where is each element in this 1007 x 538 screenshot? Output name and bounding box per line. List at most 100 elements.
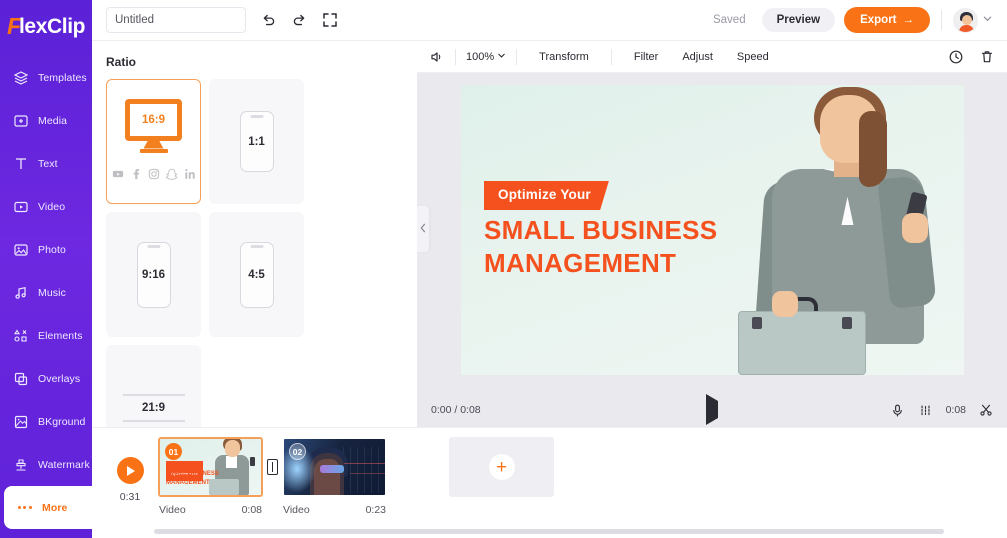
sidebar-label: BKground bbox=[38, 415, 86, 428]
zoom-selector[interactable]: 100% bbox=[466, 51, 506, 63]
music-icon bbox=[12, 284, 29, 301]
linkedin-icon bbox=[184, 167, 196, 185]
thumb-headline1: SMALL BUSINESS bbox=[166, 471, 219, 477]
tool-speed[interactable]: Speed bbox=[725, 51, 781, 63]
sidebar-item-watermark[interactable]: Watermark bbox=[0, 443, 92, 486]
sidebar-item-text[interactable]: Text bbox=[0, 142, 92, 185]
elements-icon bbox=[12, 327, 29, 344]
redo-icon[interactable] bbox=[291, 12, 308, 29]
ratio-option-4-5[interactable]: 4:5 bbox=[209, 212, 304, 337]
phone-notch bbox=[147, 245, 160, 248]
ratio-option-16-9[interactable]: 16:9 bbox=[106, 79, 201, 204]
toolbar-divider bbox=[516, 48, 518, 65]
total-duration: 0:31 bbox=[119, 491, 141, 503]
sidebar-label: Media bbox=[38, 114, 68, 127]
time-display: 0:00 / 0:08 bbox=[431, 404, 481, 416]
export-label: Export bbox=[860, 14, 897, 26]
timeline-track: 0:31 Optimize Your SMALL BUSINESS MANAGE… bbox=[92, 428, 1007, 520]
clip-number-badge: 02 bbox=[289, 443, 306, 460]
undo-icon[interactable] bbox=[260, 12, 277, 29]
split-icon[interactable] bbox=[918, 403, 933, 418]
monitor-icon: 16:9 bbox=[125, 98, 182, 141]
video-canvas[interactable]: Optimize Your SMALL BUSINESS MANAGEMENT bbox=[461, 85, 964, 375]
sidebar-item-elements[interactable]: Elements bbox=[0, 314, 92, 357]
clock-icon[interactable] bbox=[948, 49, 964, 65]
app-logo[interactable]: F lexClip bbox=[7, 13, 86, 39]
preview-button[interactable]: Preview bbox=[761, 8, 836, 32]
clip-type: Video bbox=[159, 504, 186, 516]
instagram-icon bbox=[148, 167, 160, 185]
preview-headline-line2: MANAGEMENT bbox=[484, 248, 677, 278]
phone-icon: 4:5 bbox=[239, 241, 274, 308]
sidebar-label: Photo bbox=[38, 243, 66, 256]
tool-filter[interactable]: Filter bbox=[622, 51, 670, 63]
ratio-panel: Ratio 16:9 1:1 9:16 4:5 21:9 bbox=[92, 41, 417, 427]
sidebar-label: Music bbox=[38, 286, 66, 299]
fullscreen-icon[interactable] bbox=[322, 12, 338, 28]
ratio-label: 21:9 bbox=[141, 401, 166, 414]
tool-adjust[interactable]: Adjust bbox=[670, 51, 725, 63]
sidebar-item-music[interactable]: Music bbox=[0, 271, 92, 314]
sidebar-label: Watermark bbox=[38, 458, 90, 471]
ratio-option-1-1[interactable]: 1:1 bbox=[209, 79, 304, 204]
monitor-stand bbox=[143, 139, 164, 149]
clip-meta: Video 0:23 bbox=[282, 504, 387, 516]
preview-area: 100% Transform Filter Adjust Speed Optim… bbox=[417, 41, 1007, 427]
clip-duration: 0:23 bbox=[365, 504, 386, 516]
sidebar-item-photo[interactable]: Photo bbox=[0, 228, 92, 271]
toolbar-divider bbox=[941, 10, 942, 30]
sidebar-label: Video bbox=[38, 200, 66, 213]
panel-title: Ratio bbox=[106, 55, 136, 69]
microphone-icon[interactable] bbox=[890, 403, 905, 418]
flexclip-editor: F lexClip Templates Media Text Video Pho… bbox=[0, 0, 1007, 538]
youtube-icon bbox=[112, 167, 124, 185]
sidebar-item-templates[interactable]: Templates bbox=[0, 56, 92, 99]
top-bar: Saved Preview Export → bbox=[92, 0, 1007, 41]
split-handle-icon[interactable] bbox=[267, 459, 278, 475]
timeline-clip-01[interactable]: Optimize Your SMALL BUSINESS MANAGEMENT … bbox=[158, 437, 263, 516]
sidebar-item-overlays[interactable]: Overlays bbox=[0, 357, 92, 400]
preview-headline-line1: SMALL BUSINESS bbox=[484, 215, 718, 245]
add-clip-button[interactable]: + bbox=[449, 437, 554, 497]
ratio-option-9-16[interactable]: 9:16 bbox=[106, 212, 201, 337]
saved-status: Saved bbox=[712, 14, 746, 26]
ratio-option-21-9[interactable]: 21:9 bbox=[106, 345, 201, 427]
sidebar-item-media[interactable]: Media bbox=[0, 99, 92, 142]
thumb-headline2: MANAGEMENT bbox=[166, 480, 210, 486]
timeline-play-button[interactable] bbox=[116, 457, 144, 484]
tool-transform[interactable]: Transform bbox=[527, 51, 601, 63]
toolbar-divider bbox=[455, 48, 456, 65]
timeline-play-column: 0:31 bbox=[102, 437, 158, 503]
phone-notch bbox=[250, 245, 263, 248]
sidebar-item-more[interactable]: More bbox=[4, 486, 92, 529]
export-button[interactable]: Export → bbox=[844, 7, 930, 33]
volume-icon[interactable] bbox=[429, 49, 445, 65]
user-menu[interactable] bbox=[953, 7, 993, 33]
timeline-scrollbar[interactable] bbox=[92, 529, 1007, 534]
history-controls bbox=[260, 12, 338, 29]
zoom-value: 100% bbox=[466, 50, 495, 63]
text-icon bbox=[12, 155, 29, 172]
templates-icon bbox=[12, 69, 29, 86]
left-sidebar: F lexClip Templates Media Text Video Pho… bbox=[0, 0, 92, 538]
social-platforms bbox=[112, 167, 196, 185]
playback-bar: 0:00 / 0:08 0:08 bbox=[417, 393, 1007, 427]
preview-ribbon: Optimize Your bbox=[484, 181, 609, 210]
watermark-icon bbox=[12, 456, 29, 473]
play-button[interactable] bbox=[706, 394, 718, 425]
panel-collapse-handle[interactable] bbox=[417, 206, 429, 252]
sidebar-item-video[interactable]: Video bbox=[0, 185, 92, 228]
more-dots-icon bbox=[16, 499, 33, 516]
trash-icon[interactable] bbox=[979, 49, 995, 65]
scissors-icon[interactable] bbox=[979, 403, 993, 417]
timeline-clip-02[interactable]: 02 Video 0:23 bbox=[282, 437, 387, 516]
phone-icon: 1:1 bbox=[239, 111, 274, 172]
project-title-input[interactable] bbox=[106, 7, 246, 33]
chevron-left-icon bbox=[419, 220, 427, 238]
sidebar-nav: Templates Media Text Video Photo Music E… bbox=[0, 56, 92, 529]
sidebar-item-bkground[interactable]: BKground bbox=[0, 400, 92, 443]
ribbon-text: Optimize Your bbox=[498, 187, 591, 202]
timeline-scrollbar-thumb[interactable] bbox=[154, 529, 944, 534]
phone-notch bbox=[250, 114, 263, 118]
sidebar-label: Elements bbox=[38, 329, 83, 342]
